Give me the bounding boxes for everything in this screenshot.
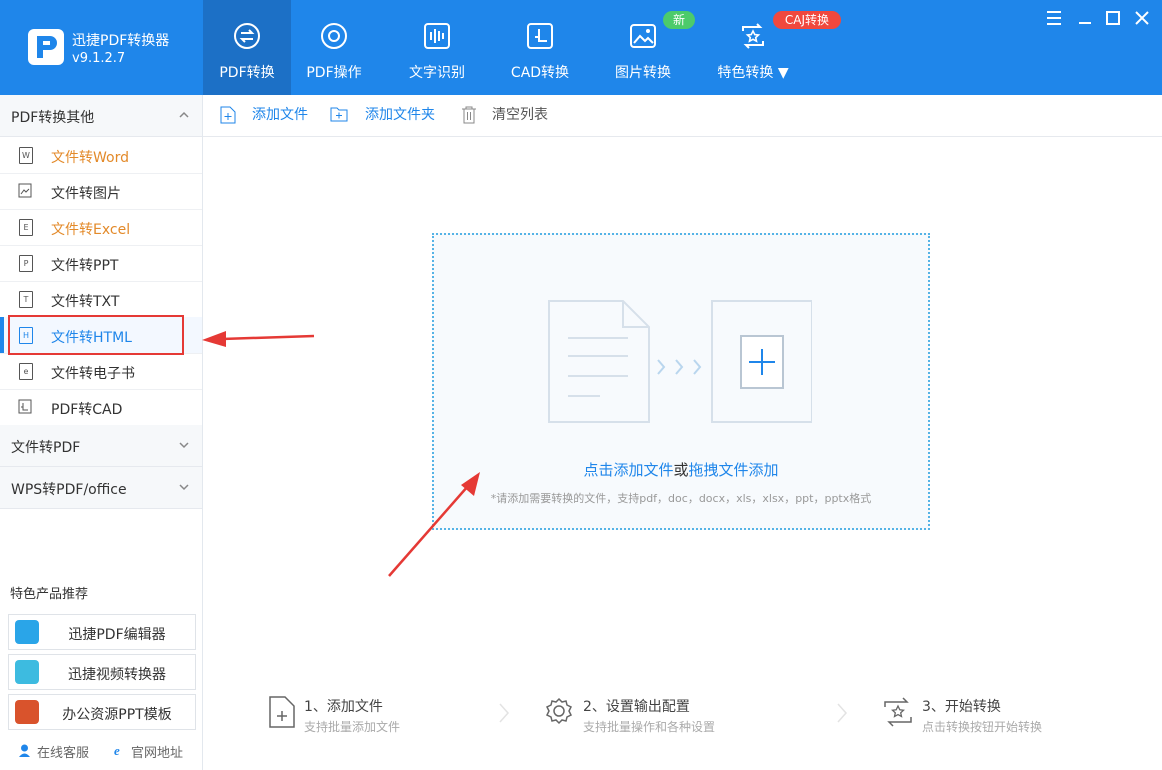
star-convert-icon [884, 697, 912, 727]
step-title: 1、添加文件 [304, 699, 383, 715]
step-title: 2、设置输出配置 [583, 699, 690, 715]
step-desc: 支持批量操作和各种设置 [583, 720, 716, 734]
step-separator-icon [499, 703, 510, 723]
annotation-arrow-up [388, 472, 480, 577]
step-title: 3、开始转换 [922, 699, 1001, 715]
step-desc: 支持批量添加文件 [304, 720, 401, 734]
step-separator-icon [837, 703, 848, 723]
annotation-arrows [202, 331, 480, 577]
settings-gear-icon [545, 697, 573, 725]
file-add-icon [269, 696, 295, 728]
step-desc: 点击转换按钮开始转换 [922, 720, 1043, 734]
annotation-arrow-left [202, 331, 315, 347]
